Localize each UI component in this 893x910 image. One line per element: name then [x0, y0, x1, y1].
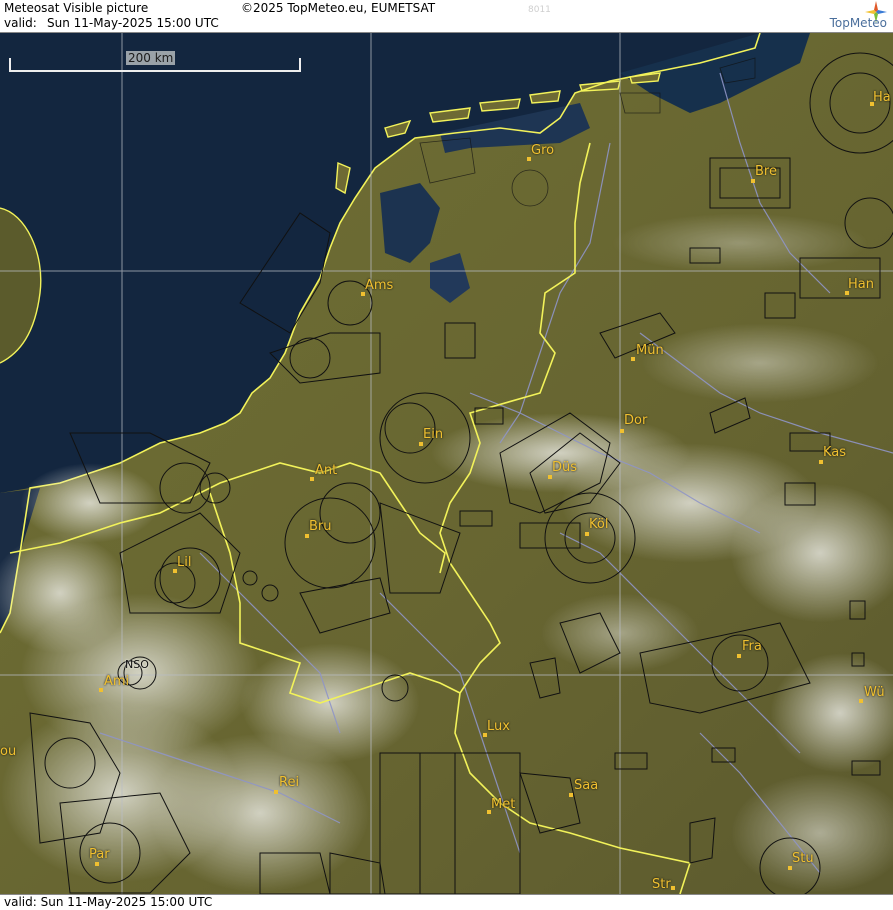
city-marker-kol	[585, 532, 589, 536]
map-title: Meteosat Visible picture	[4, 1, 149, 15]
scale-label: 200 km	[126, 51, 176, 65]
city-marker-rei	[274, 790, 278, 794]
city-label-ant[interactable]: Ant	[315, 463, 337, 478]
city-label-wu[interactable]: Wü	[864, 685, 885, 700]
city-marker-bre	[751, 179, 755, 183]
city-label-fra[interactable]: Fra	[742, 639, 762, 654]
map-canvas	[0, 33, 893, 894]
city-marker-dus	[548, 475, 552, 479]
topmeteo-logo[interactable]: TopMeteo	[795, 1, 887, 30]
city-label-par[interactable]: Par	[89, 847, 110, 862]
city-label-dor[interactable]: Dor	[624, 413, 647, 428]
city-marker-saa	[569, 793, 573, 797]
footer-valid-time: valid: Sun 11-May-2025 15:00 UTC	[4, 895, 213, 909]
city-marker-dor	[620, 429, 624, 433]
city-marker-wu	[859, 699, 863, 703]
city-label-ami[interactable]: Ami	[104, 674, 129, 689]
city-label-ha[interactable]: Ha	[873, 90, 891, 105]
copyright-text: ©2025 TopMeteo.eu, EUMETSAT	[241, 1, 436, 15]
map-header: Meteosat Visible picture ©2025 TopMeteo.…	[0, 0, 893, 33]
city-label-saa[interactable]: Saa	[574, 778, 598, 793]
image-code: 8011	[528, 5, 551, 15]
city-marker-par	[95, 862, 99, 866]
city-marker-ein	[419, 442, 423, 446]
city-marker-str	[671, 886, 675, 890]
city-label-lux[interactable]: Lux	[487, 719, 510, 734]
valid-label: valid:	[4, 16, 37, 30]
city-marker-bru	[305, 534, 309, 538]
city-label-met[interactable]: Met	[491, 797, 515, 812]
city-label-stu[interactable]: Stu	[792, 851, 814, 866]
city-label-kas[interactable]: Kas	[823, 445, 846, 460]
city-label-ams[interactable]: Ams	[365, 278, 393, 293]
city-marker-mun	[631, 357, 635, 361]
airspace-label-nso: NSO	[125, 658, 149, 671]
city-label-ein[interactable]: Ein	[423, 427, 443, 442]
valid-time: Sun 11-May-2025 15:00 UTC	[47, 16, 219, 30]
satellite-map[interactable]: 200 km Gro Bre Ha Ams Han Mün Ein Dor Ka…	[0, 33, 893, 894]
logo-text: TopMeteo	[829, 16, 887, 30]
city-label-mun[interactable]: Mün	[636, 343, 664, 358]
city-label-bru[interactable]: Bru	[309, 519, 332, 534]
city-marker-fra	[737, 654, 741, 658]
city-marker-ant	[310, 477, 314, 481]
city-marker-stu	[788, 866, 792, 870]
city-label-rei[interactable]: Rei	[279, 775, 299, 790]
city-label-lil[interactable]: Lil	[177, 555, 191, 570]
city-label-han[interactable]: Han	[848, 277, 874, 292]
city-label-str[interactable]: Str	[652, 877, 671, 892]
city-marker-ami	[99, 688, 103, 692]
city-label-kol[interactable]: Köl	[589, 517, 608, 532]
city-label-gro[interactable]: Gro	[531, 143, 554, 158]
city-marker-kas	[819, 460, 823, 464]
city-label-dus[interactable]: Düs	[552, 460, 577, 475]
map-footer: valid: Sun 11-May-2025 15:00 UTC	[0, 894, 893, 910]
city-label-bre[interactable]: Bre	[755, 164, 777, 179]
city-label-partial-west[interactable]: ou	[0, 744, 16, 759]
